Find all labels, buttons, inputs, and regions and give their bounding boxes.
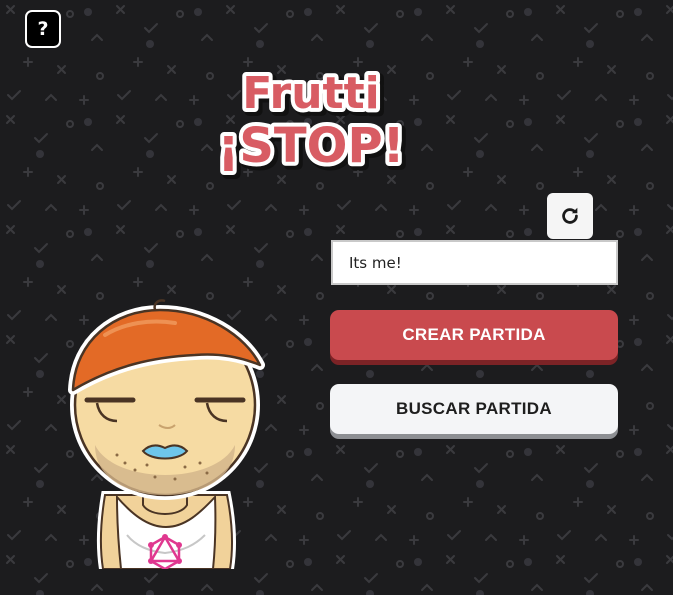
player-avatar xyxy=(68,299,265,569)
help-label: ? xyxy=(37,18,49,40)
help-button[interactable]: ? xyxy=(25,10,61,48)
logo-line2-fill: ¡STOP! xyxy=(217,118,404,174)
frutti-stop-logo: Frutti Frutti Frutti ¡STOP! ¡STOP! ¡STOP… xyxy=(215,64,413,180)
create-game-label: CREAR PARTIDA xyxy=(402,325,546,344)
search-game-label: BUSCAR PARTIDA xyxy=(396,399,552,418)
refresh-icon xyxy=(562,207,578,224)
search-game-button[interactable]: BUSCAR PARTIDA xyxy=(330,384,618,434)
avatar-lips xyxy=(141,444,189,460)
refresh-avatar-button[interactable] xyxy=(547,193,593,239)
logo-line1-fill: Frutti xyxy=(242,68,379,119)
create-game-button[interactable]: CREAR PARTIDA xyxy=(330,310,618,360)
player-name-input[interactable] xyxy=(331,240,618,285)
